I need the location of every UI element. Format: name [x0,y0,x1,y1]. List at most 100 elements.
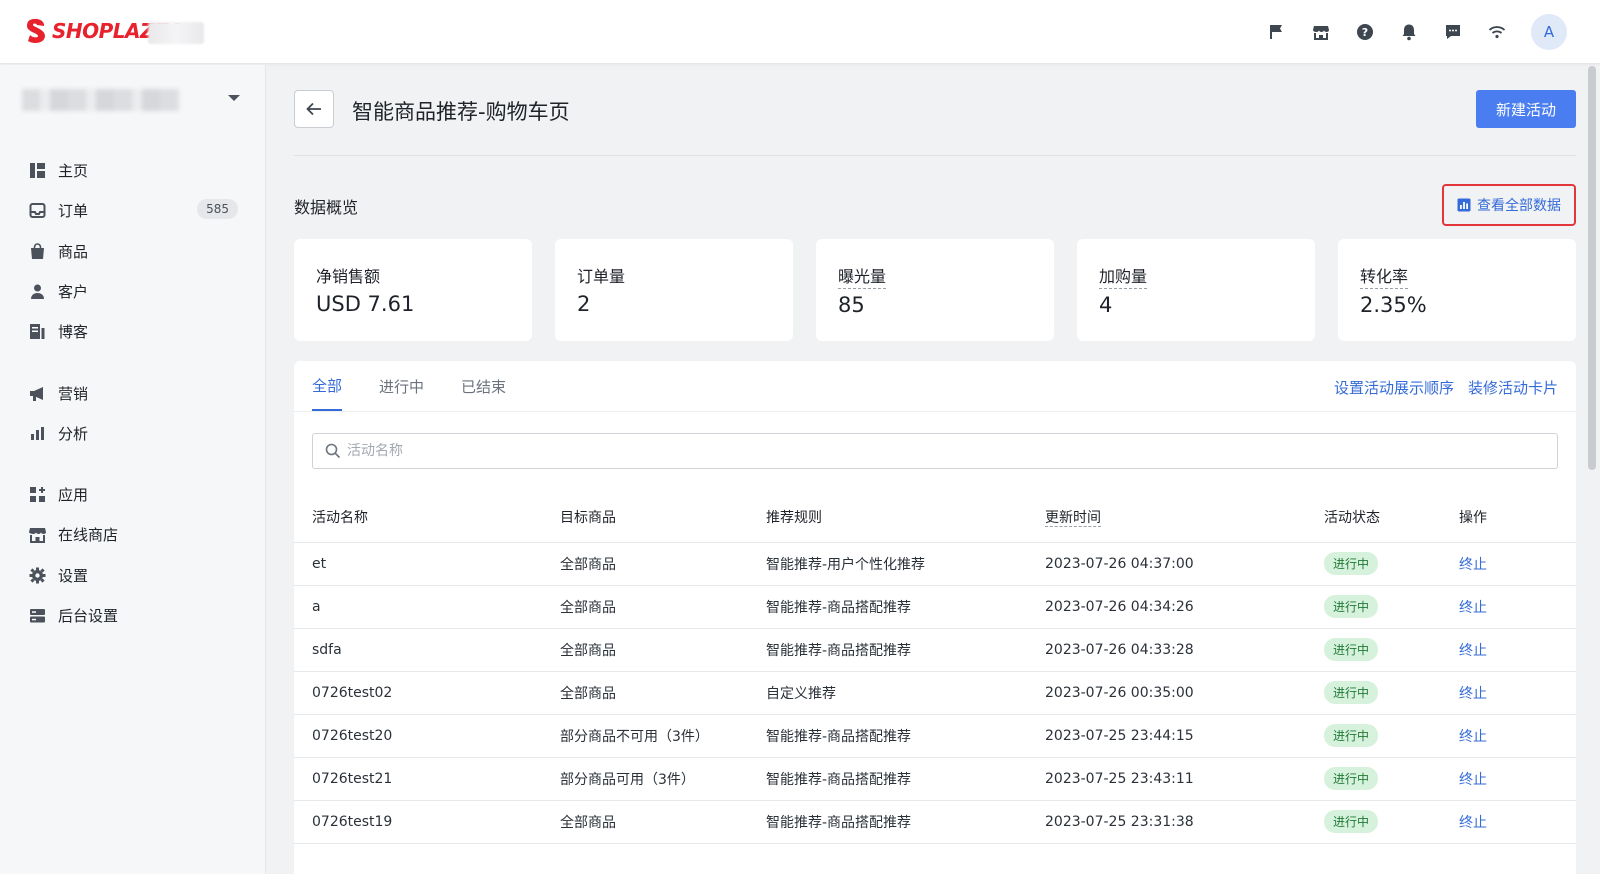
recommend-rule-cell: 自定义推荐 [766,685,836,702]
stat-value: 85 [838,293,865,317]
store-switcher[interactable] [22,89,240,113]
sidebar-item-home[interactable]: 主页 [28,158,238,182]
chat-icon[interactable] [1443,22,1463,42]
stat-value: 2.35% [1360,293,1427,317]
help-icon[interactable]: ? [1355,22,1375,42]
stat-label[interactable]: 转化率 [1360,263,1409,289]
new-activity-button[interactable]: 新建活动 [1476,90,1576,128]
terminate-link[interactable]: 终止 [1459,643,1487,659]
set-display-order-link[interactable]: 设置活动展示顺序 [1334,377,1454,398]
sidebar-item-analytics[interactable]: 分析 [28,421,238,445]
store-icon[interactable] [1311,22,1331,42]
column-header-sortable[interactable]: 更新时间 [1045,492,1324,543]
target-products-cell: 全部商品 [560,814,616,831]
table-row[interactable]: 0726test21 部分商品可用（3件） 智能推荐-商品搭配推荐 2023-07-2… [294,757,1576,801]
updated-time-cell: 2023-07-26 00:35:00 [1045,671,1324,715]
top-actions: ? A [1267,0,1600,64]
terminate-link[interactable]: 终止 [1459,557,1487,573]
sidebar-item-label: 分析 [58,424,89,443]
stat-label: 净销售额 [316,267,381,286]
updated-time-cell: 2023-07-26 04:33:28 [1045,628,1324,672]
sidebar-item-orders[interactable]: 订单 585 [28,198,238,222]
top-bar: SHOPLAZZA ? A [0,0,1600,64]
activity-name-cell: et [312,555,327,572]
terminate-cell: 终止 [1459,585,1576,629]
updated-time-cell: 2023-07-26 00:35:00 [1045,684,1194,701]
back-button[interactable] [294,90,334,128]
stat-label[interactable]: 曝光量 [838,263,887,289]
flag-icon[interactable] [1267,22,1287,42]
target-products-cell: 全部商品 [560,800,766,844]
logo-mark-icon [27,18,45,44]
status-tabs: 全部 进行中 已结束 [312,361,543,411]
table-row[interactable]: sdfa 全部商品 智能推荐-商品搭配推荐 2023-07-26 04:33:28 进行… [294,628,1576,672]
target-products-cell: 全部商品 [560,685,616,702]
terminate-link[interactable]: 终止 [1459,686,1487,702]
terminate-link[interactable]: 终止 [1459,600,1487,616]
table-row[interactable]: 0726test20 部分商品不可用（3件） 智能推荐-商品搭配推荐 2023-07-… [294,714,1576,758]
sidebar-item-admin-settings[interactable]: 后台设置 [28,603,238,627]
column-header: 活动状态 [1324,492,1459,543]
updated-time-cell: 2023-07-26 04:34:26 [1045,585,1324,629]
storefront-icon [28,525,46,543]
tab-in-progress[interactable]: 进行中 [379,361,424,411]
orders-count-badge: 585 [197,199,238,219]
recommend-rule-cell: 智能推荐-商品搭配推荐 [766,771,912,788]
activity-name-cell: 0726test20 [294,714,560,758]
sidebar-item-products[interactable]: 商品 [28,239,238,263]
gear-icon [28,566,46,584]
sidebar-item-marketing[interactable]: 营销 [28,381,238,405]
sidebar-item-label: 主页 [58,161,89,180]
title-divider [294,155,1576,156]
stat-value: 4 [1099,293,1113,317]
table-row[interactable]: a 全部商品 智能推荐-商品搭配推荐 2023-07-26 04:34:26 进行中 终止 [294,585,1576,629]
target-products-cell: 全部商品 [560,542,766,586]
tab-all[interactable]: 全部 [312,361,343,411]
activity-name-cell: 0726test02 [294,671,560,715]
target-products-cell: 部分商品可用（3件） [560,757,766,801]
terminate-link[interactable]: 终止 [1459,729,1487,745]
sidebar-item-label: 后台设置 [58,606,119,625]
terminate-cell: 终止 [1459,757,1576,801]
search-input[interactable] [347,443,1527,459]
activity-name-cell: 0726test19 [312,813,393,830]
sidebar-item-blog[interactable]: 博客 [28,319,238,343]
recommend-rule-cell: 智能推荐-商品搭配推荐 [766,800,1045,844]
activities-panel: 全部 进行中 已结束 设置活动展示顺序 装修活动卡片 活动名称 目标商品 推荐规… [294,361,1576,874]
stats-row: 净销售额 USD 7.61 订单量 2 曝光量 85 加购量 4 转化率 2.3… [294,239,1576,341]
store-switcher-name-redacted [22,89,180,111]
activity-name-cell: sdfa [294,628,560,672]
view-all-data-link[interactable]: 查看全部数据 [1442,184,1576,226]
sidebar-item-settings[interactable]: 设置 [28,563,238,587]
table-row[interactable]: et 全部商品 智能推荐-用户个性化推荐 2023-07-26 04:37:00 进行中… [294,542,1576,586]
sidebar-item-online-store[interactable]: 在线商店 [28,522,238,546]
user-avatar[interactable]: A [1531,14,1567,50]
activity-name-cell: sdfa [312,641,342,658]
target-products-cell: 部分商品不可用（3件） [560,728,709,745]
terminate-link[interactable]: 终止 [1459,815,1487,831]
stat-label[interactable]: 加购量 [1099,263,1148,289]
status-cell: 进行中 [1324,585,1459,629]
status-cell: 进行中 [1324,542,1459,586]
home-icon [28,161,46,179]
search-box[interactable] [312,433,1558,469]
terminate-cell: 终止 [1459,628,1576,672]
recommend-rule-cell: 智能推荐-商品搭配推荐 [766,728,912,745]
decorate-card-link[interactable]: 装修活动卡片 [1468,377,1558,398]
bell-icon[interactable] [1399,22,1419,42]
sidebar-item-label: 应用 [58,485,89,504]
stat-card-conversion-rate: 转化率 2.35% [1338,239,1576,341]
bag-icon [28,242,46,260]
stat-card-orders: 订单量 2 [555,239,793,341]
status-cell: 进行中 [1324,628,1459,672]
tab-ended[interactable]: 已结束 [461,361,506,411]
activities-table: 活动名称 目标商品 推荐规则 更新时间 活动状态 操作 et 全部商品 智能推荐-用… [294,492,1576,844]
table-row[interactable]: 0726test02 全部商品 自定义推荐 2023-07-26 00:35:00 进行… [294,671,1576,715]
table-row[interactable]: 0726test19 全部商品 智能推荐-商品搭配推荐 2023-07-25 23:3… [294,800,1576,844]
sidebar-item-apps[interactable]: 应用 [28,482,238,506]
wifi-icon[interactable] [1487,22,1507,42]
page-scrollbar[interactable] [1588,66,1596,470]
sidebar-item-customers[interactable]: 客户 [28,279,238,303]
activity-name-cell: 0726test19 [294,800,560,844]
terminate-link[interactable]: 终止 [1459,772,1487,788]
